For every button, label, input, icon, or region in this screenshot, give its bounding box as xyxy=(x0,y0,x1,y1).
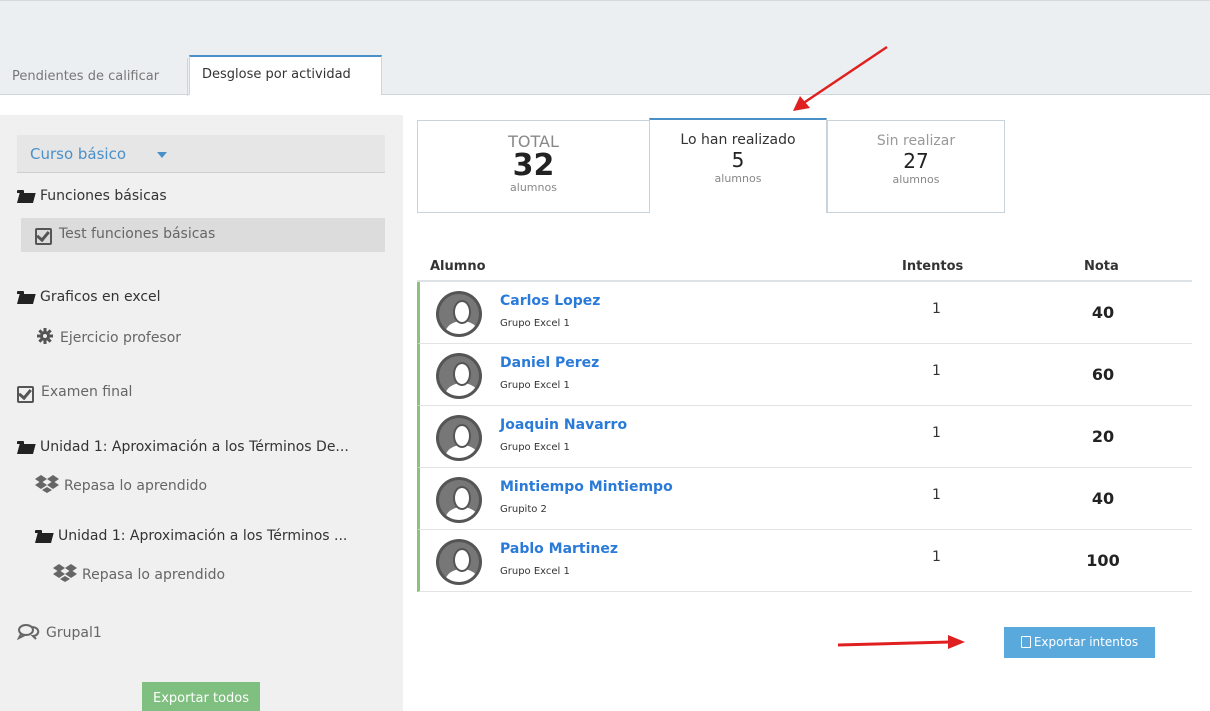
sidebar-item-funciones-basicas[interactable]: Funciones básicas xyxy=(17,188,167,204)
avatar xyxy=(436,291,482,337)
export-all-button[interactable]: Exportar todos xyxy=(142,682,260,711)
sidebar-item-ejercicio-profesor[interactable]: Ejercicio profesor xyxy=(35,327,181,349)
attempts-value: 1 xyxy=(932,425,941,441)
tab-pending-grading[interactable]: Pendientes de calificar xyxy=(0,58,188,96)
table-row: Pablo Martinez Grupo Excel 1 1 100 xyxy=(417,530,1192,592)
stat-pending[interactable]: Sin realizar 27 alumnos xyxy=(827,120,1005,213)
stats-tabs: TOTAL 32 alumnos Lo han realizado 5 alum… xyxy=(417,118,1005,213)
col-header-student: Alumno xyxy=(430,259,486,274)
sidebar-item-label: Test funciones básicas xyxy=(59,226,216,242)
checkbox-checked-icon xyxy=(17,384,36,403)
export-attempts-button[interactable]: Exportar intentos xyxy=(1004,627,1155,658)
sidebar-item-label: Funciones básicas xyxy=(40,188,167,204)
student-group: Grupo Excel 1 xyxy=(500,566,570,577)
caret-down-icon xyxy=(157,152,167,158)
avatar xyxy=(436,353,482,399)
sidebar-item-label: Repasa lo aprendido xyxy=(64,478,208,494)
stat-total[interactable]: TOTAL 32 alumnos xyxy=(417,120,650,213)
stat-value: 5 xyxy=(731,148,745,172)
table-row: Daniel Perez Grupo Excel 1 1 60 xyxy=(417,344,1192,406)
stat-value: 32 xyxy=(512,148,555,183)
table-row: Carlos Lopez Grupo Excel 1 1 40 xyxy=(417,282,1192,344)
sidebar-item-unidad-1[interactable]: Unidad 1: Aproximación a los Términos De… xyxy=(17,439,349,455)
student-name-link[interactable]: Carlos Lopez xyxy=(500,293,600,309)
red-arrow-icon xyxy=(837,635,965,649)
comments-icon xyxy=(16,622,41,644)
dropbox-icon xyxy=(35,475,59,497)
table-row: Joaquin Navarro Grupo Excel 1 1 20 xyxy=(417,406,1192,468)
stat-done[interactable]: Lo han realizado 5 alumnos xyxy=(649,118,827,213)
avatar xyxy=(436,415,482,461)
student-name-link[interactable]: Daniel Perez xyxy=(500,355,599,371)
student-name-link[interactable]: Pablo Martinez xyxy=(500,541,618,557)
stat-label: Lo han realizado xyxy=(680,132,796,148)
folder-open-icon xyxy=(17,290,35,304)
stat-unit: alumnos xyxy=(510,181,557,194)
stat-value: 27 xyxy=(903,149,929,173)
sidebar-item-label: Graficos en excel xyxy=(40,289,161,305)
avatar xyxy=(436,477,482,523)
col-header-attempts: Intentos xyxy=(902,259,964,274)
grade-value: 40 xyxy=(1091,489,1115,508)
pdf-file-icon xyxy=(1020,636,1031,648)
stat-label: Sin realizar xyxy=(876,133,956,149)
grade-value: 20 xyxy=(1091,427,1115,446)
export-attempts-label: Exportar intentos xyxy=(1033,635,1139,649)
student-group: Grupo Excel 1 xyxy=(500,380,570,391)
student-name-link[interactable]: Joaquin Navarro xyxy=(500,417,627,433)
attempts-value: 1 xyxy=(932,487,941,503)
sidebar-item-repasa-lo-aprendido-2[interactable]: Repasa lo aprendido xyxy=(53,564,225,586)
table-row: Mintiempo Mintiempo Grupito 2 1 40 xyxy=(417,468,1192,530)
sidebar-item-label: Ejercicio profesor xyxy=(60,330,182,346)
sidebar-item-label: Grupal1 xyxy=(46,625,102,641)
grade-value: 60 xyxy=(1091,365,1115,384)
avatar xyxy=(436,539,482,585)
sidebar: Curso básico Funciones básicas Test func… xyxy=(0,115,403,711)
student-group: Grupo Excel 1 xyxy=(500,442,570,453)
table-header: Alumno Intentos Nota xyxy=(417,252,1192,282)
sidebar-item-label: Repasa lo aprendido xyxy=(82,567,226,583)
attempts-value: 1 xyxy=(932,301,941,317)
folder-open-icon xyxy=(17,440,35,454)
sidebar-item-label: Examen final xyxy=(41,384,133,400)
sidebar-item-graficos-excel[interactable]: Graficos en excel xyxy=(17,289,161,305)
students-table: Alumno Intentos Nota Carlos Lopez Grupo … xyxy=(417,252,1192,592)
attempts-value: 1 xyxy=(932,363,941,379)
checkbox-checked-icon xyxy=(35,226,54,245)
course-label: Curso básico xyxy=(30,145,127,163)
student-group: Grupito 2 xyxy=(500,504,547,515)
sidebar-item-label: Unidad 1: Aproximación a los Términos De… xyxy=(40,439,349,455)
gear-icon xyxy=(35,327,55,349)
folder-open-icon xyxy=(35,529,53,543)
folder-open-icon xyxy=(17,189,35,203)
student-group: Grupo Excel 1 xyxy=(500,318,570,329)
grade-value: 40 xyxy=(1091,303,1115,322)
tab-activity-breakdown[interactable]: Desglose por actividad xyxy=(189,55,382,95)
stat-unit: alumnos xyxy=(892,173,940,186)
student-name-link[interactable]: Mintiempo Mintiempo xyxy=(500,479,673,495)
sidebar-item-examen-final[interactable]: Examen final xyxy=(17,384,133,403)
sidebar-item-label: Unidad 1: Aproximación a los Términos ..… xyxy=(58,528,348,544)
top-bar: Pendientes de calificar Desglose por act… xyxy=(0,0,1210,96)
sidebar-item-test-funciones-basicas[interactable]: Test funciones básicas xyxy=(35,226,216,245)
sidebar-item-grupal1[interactable]: Grupal1 xyxy=(16,622,102,644)
attempts-value: 1 xyxy=(932,549,941,565)
dropbox-icon xyxy=(53,564,77,586)
col-header-grade: Nota xyxy=(1084,259,1119,274)
stat-unit: alumnos xyxy=(714,172,762,185)
course-selector[interactable]: Curso básico xyxy=(17,135,385,173)
sidebar-item-repasa-lo-aprendido[interactable]: Repasa lo aprendido xyxy=(35,475,207,497)
sidebar-item-unidad-1-sub[interactable]: Unidad 1: Aproximación a los Términos ..… xyxy=(35,528,347,544)
grade-value: 100 xyxy=(1086,551,1120,570)
